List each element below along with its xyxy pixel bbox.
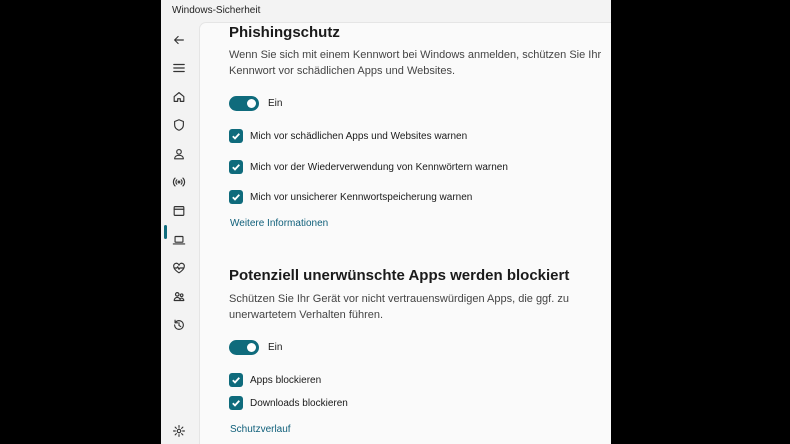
checkbox-warn-malicious-apps[interactable] <box>229 129 243 143</box>
back-arrow-icon <box>174 35 184 45</box>
nav-item-home[interactable] <box>167 86 191 108</box>
home-icon <box>173 92 185 102</box>
main-content[interactable]: Phishingschutz Wenn Sie sich mit einem K… <box>199 22 611 444</box>
shield-icon <box>174 119 184 131</box>
checkbox-block-downloads[interactable] <box>229 396 243 410</box>
checkbox-label: Mich vor der Wiederverwendung von Kennwö… <box>250 161 508 173</box>
nav-item-app-browser-control[interactable] <box>167 200 191 222</box>
nav-item-family-options[interactable] <box>167 286 191 308</box>
gear-icon <box>173 425 185 437</box>
checkbox-row: Apps blockieren <box>229 373 321 387</box>
app-browser-icon <box>173 206 185 216</box>
heart-pulse-icon <box>173 262 185 274</box>
checkmark-icon <box>232 194 240 201</box>
checkbox-row: Downloads blockieren <box>229 396 348 410</box>
nav-item-virus-protection[interactable] <box>167 114 191 136</box>
nav-item-account-protection[interactable] <box>167 143 191 165</box>
checkmark-icon <box>232 133 240 140</box>
phishing-toggle-label: Ein <box>268 98 283 109</box>
phishing-heading: Phishingschutz <box>229 24 340 41</box>
family-icon <box>173 292 185 302</box>
nav-rail <box>161 22 197 444</box>
checkbox-block-apps[interactable] <box>229 373 243 387</box>
pua-heading: Potenziell unerwünschte Apps werden bloc… <box>229 267 570 284</box>
hamburger-menu-icon <box>173 63 185 73</box>
back-button[interactable] <box>167 29 191 51</box>
checkbox-warn-password-reuse[interactable] <box>229 160 243 174</box>
app-window: Windows-Sicherheit Phishingschutz Wenn S… <box>161 0 611 444</box>
pua-description: Schützen Sie Ihr Gerät vor nicht vertrau… <box>229 293 569 321</box>
nav-item-device-performance[interactable] <box>167 257 191 279</box>
pua-toggle-row: Ein <box>229 340 282 355</box>
checkbox-row: Mich vor unsicherer Kennwortspeicherung … <box>229 190 472 204</box>
checkbox-row: Mich vor der Wiederverwendung von Kennwö… <box>229 160 508 174</box>
checkbox-label: Mich vor schädlichen Apps und Websites w… <box>250 130 468 142</box>
nav-item-protection-history[interactable] <box>167 314 191 336</box>
phishing-toggle-row: Ein <box>229 96 282 111</box>
checkbox-label: Mich vor unsicherer Kennwortspeicherung … <box>250 191 473 203</box>
history-icon <box>174 319 184 330</box>
person-icon <box>174 148 184 160</box>
checkmark-icon <box>232 400 240 407</box>
window-title: Windows-Sicherheit <box>172 5 261 16</box>
nav-item-settings[interactable] <box>167 420 191 442</box>
wireless-icon <box>172 177 186 187</box>
checkmark-icon <box>232 377 240 384</box>
pua-toggle-label: Ein <box>268 342 283 353</box>
phishing-description: Wenn Sie sich mit einem Kennwort bei Win… <box>229 49 602 77</box>
checkbox-label: Downloads blockieren <box>250 397 348 409</box>
more-info-link[interactable]: Weitere Informationen <box>230 218 328 229</box>
pua-toggle[interactable] <box>229 340 259 355</box>
nav-item-firewall[interactable] <box>167 171 191 193</box>
nav-item-device-security[interactable] <box>167 229 191 251</box>
checkbox-row: Mich vor schädlichen Apps und Websites w… <box>229 129 467 143</box>
menu-button[interactable] <box>167 57 191 79</box>
checkbox-warn-unsafe-storage[interactable] <box>229 190 243 204</box>
phishing-toggle[interactable] <box>229 96 259 111</box>
checkbox-label: Apps blockieren <box>250 374 322 386</box>
laptop-icon <box>172 235 186 245</box>
protection-history-link[interactable]: Schutzverlauf <box>230 424 291 435</box>
checkmark-icon <box>232 164 240 171</box>
